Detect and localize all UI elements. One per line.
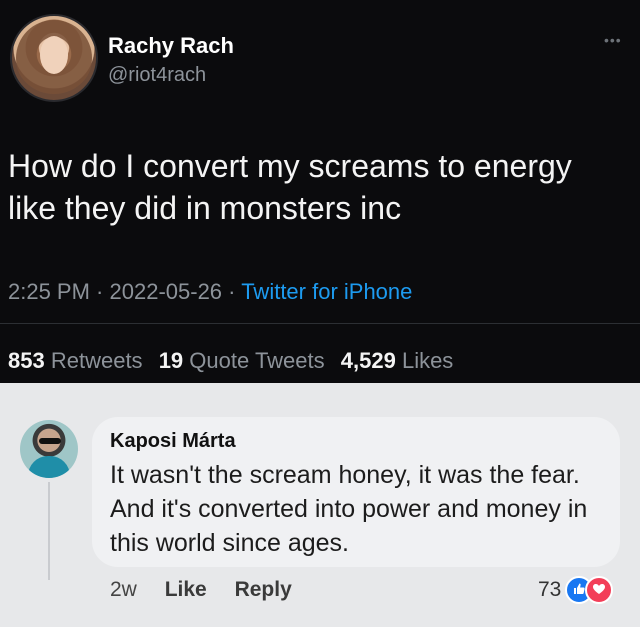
commenter-name[interactable]: Kaposi Márta [110, 430, 236, 453]
tweet-divider [0, 323, 640, 324]
love-icon [585, 576, 614, 604]
tweet-date[interactable]: 2022-05-26 [110, 279, 223, 304]
author-avatar[interactable] [10, 14, 98, 102]
thread-line [48, 482, 50, 580]
comment-actions: 2w Like Reply [110, 578, 292, 602]
tweet-card: Rachy Rach @riot4rach ••• How do I conve… [0, 0, 640, 383]
tweet-text: How do I convert my screams to energy li… [8, 148, 572, 226]
retweets-stat[interactable]: 853 Retweets [8, 348, 143, 373]
retweets-count: 853 [8, 348, 45, 373]
retweets-label: Retweets [50, 348, 143, 373]
tweet-author-name[interactable]: Rachy Rach [108, 33, 234, 59]
tweet-stats: 853 Retweets 19 Quote Tweets 4,529 Likes [8, 348, 453, 374]
likes-label: Likes [401, 348, 454, 373]
avatar-face [40, 36, 68, 74]
avatar-sunglasses [39, 438, 61, 444]
meta-separator: · [89, 279, 110, 304]
more-options-icon[interactable]: ••• [604, 32, 622, 48]
like-button[interactable]: Like [165, 578, 207, 601]
tweet-source-link[interactable]: Twitter for iPhone [241, 279, 412, 304]
avatar-jacket [28, 456, 70, 478]
comment-text: It wasn't the scream honey, it was the f… [110, 461, 588, 557]
reaction-count: 73 [538, 578, 562, 601]
likes-count: 4,529 [340, 348, 396, 373]
meta-separator: · [222, 279, 242, 304]
commenter-avatar[interactable] [20, 420, 78, 478]
reactions-summary[interactable]: 73 [538, 576, 614, 606]
tweet-meta: 2:25 PM · 2022-05-26 · Twitter for iPhon… [8, 279, 412, 305]
quote-tweets-label: Quote Tweets [189, 348, 325, 373]
reply-button[interactable]: Reply [235, 578, 292, 601]
comment-age[interactable]: 2w [110, 578, 137, 601]
tweet-time[interactable]: 2:25 PM [8, 279, 90, 304]
tweet-author-handle[interactable]: @riot4rach [108, 64, 206, 87]
likes-stat[interactable]: 4,529 Likes [341, 348, 454, 373]
quote-tweets-stat[interactable]: 19 Quote Tweets [159, 348, 325, 373]
quote-tweets-count: 19 [158, 348, 184, 373]
